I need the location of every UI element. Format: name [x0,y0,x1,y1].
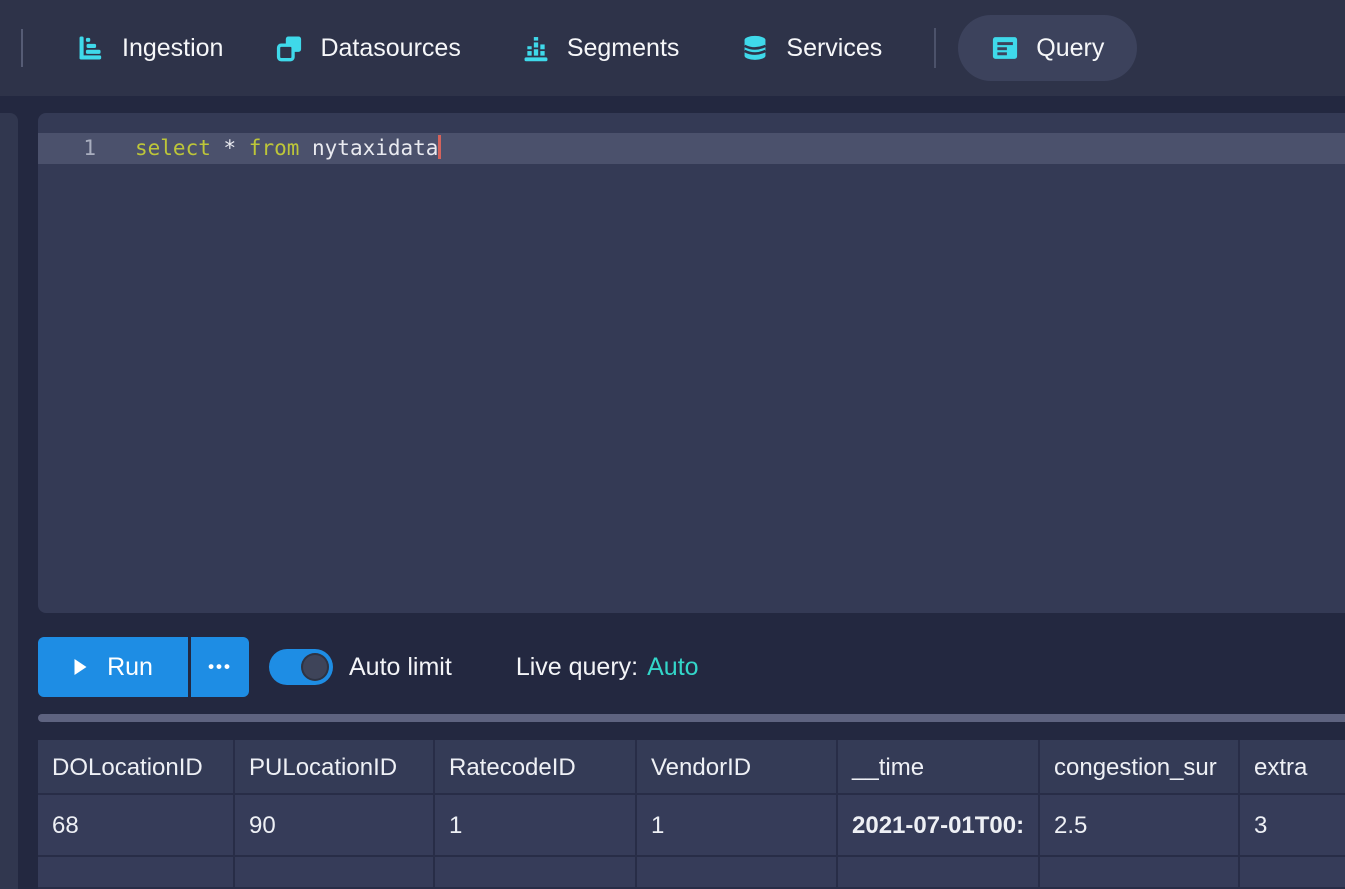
nav-item-services[interactable]: Services [741,34,882,63]
table-cell[interactable]: 90 [235,795,435,857]
table-row: 68 90 1 1 2021-07-01T00: 2.5 3 [38,795,1345,857]
datasources-icon [275,34,303,62]
query-icon [991,34,1019,62]
table-cell[interactable]: 68 [38,795,235,857]
results-header-row: DOLocationID PULocationID RatecodeID Ven… [38,740,1345,795]
table-cell-time[interactable]: 2021-07-01T00: [838,795,1040,857]
services-icon [741,34,769,62]
sql-text: * [211,136,249,160]
nav-item-segments[interactable]: Segments [522,34,680,63]
column-header-vendorid[interactable]: VendorID [637,740,838,795]
sql-statement: select * from nytaxidata [135,133,441,164]
segments-icon [522,34,550,62]
druid-console: Ingestion Datasources [0,0,1345,889]
top-nav: Ingestion Datasources [0,0,1345,96]
column-header-congestion-surcharge[interactable]: congestion_sur [1040,740,1240,795]
nav-item-label: Segments [567,34,680,63]
table-row [38,857,1345,889]
run-button[interactable]: Run [38,637,188,697]
play-icon [73,658,88,676]
nav-item-label: Ingestion [122,34,223,63]
nav-item-datasources[interactable]: Datasources [275,34,460,63]
nav-divider [21,29,23,67]
sql-keyword: select [135,136,211,160]
toggle-knob [301,653,329,681]
table-cell[interactable] [838,857,1040,889]
more-icon: ••• [208,657,232,676]
panel-resize-handle[interactable] [38,714,1345,722]
table-cell[interactable]: 1 [637,795,838,857]
nav-divider [934,28,936,68]
ingestion-icon [77,34,105,62]
table-cell[interactable]: 3 [1240,795,1345,857]
table-cell[interactable] [1040,857,1240,889]
results-table: DOLocationID PULocationID RatecodeID Ven… [38,740,1345,889]
nav-item-label: Datasources [320,34,460,63]
table-cell[interactable] [637,857,838,889]
nav-item-label: Services [786,34,882,63]
sql-keyword: from [249,136,300,160]
column-header-dolocationid[interactable]: DOLocationID [38,740,235,795]
auto-limit-toggle[interactable] [269,649,333,685]
column-header-extra[interactable]: extra [1240,740,1345,795]
table-cell[interactable] [38,857,235,889]
table-cell[interactable] [235,857,435,889]
sql-table-name: nytaxidata [299,136,438,160]
nav-item-ingestion[interactable]: Ingestion [77,34,223,63]
live-query-selector[interactable]: Auto [647,653,698,682]
left-panel-edge [0,113,18,889]
nav-item-query[interactable]: Query [958,15,1137,81]
editor-active-line: 1 select * from nytaxidata [38,133,1345,164]
text-cursor [438,135,441,159]
run-toolbar: Run ••• Auto limit Live query: Auto [38,637,1345,697]
run-button-label: Run [107,653,153,682]
column-header-ratecodeid[interactable]: RatecodeID [435,740,637,795]
table-cell[interactable]: 1 [435,795,637,857]
run-more-button[interactable]: ••• [191,637,249,697]
table-cell[interactable]: 2.5 [1040,795,1240,857]
column-header-time[interactable]: __time [838,740,1040,795]
nav-item-label: Query [1036,34,1104,63]
auto-limit-label: Auto limit [349,653,452,682]
table-cell[interactable] [435,857,637,889]
column-header-pulocationid[interactable]: PULocationID [235,740,435,795]
sql-editor[interactable]: 1 select * from nytaxidata [38,113,1345,613]
run-button-group: Run ••• [38,637,249,697]
table-cell[interactable] [1240,857,1345,889]
live-query-label: Live query: [516,653,638,682]
query-view: 1 select * from nytaxidata Run ••• [38,113,1345,889]
line-number: 1 [38,133,115,164]
